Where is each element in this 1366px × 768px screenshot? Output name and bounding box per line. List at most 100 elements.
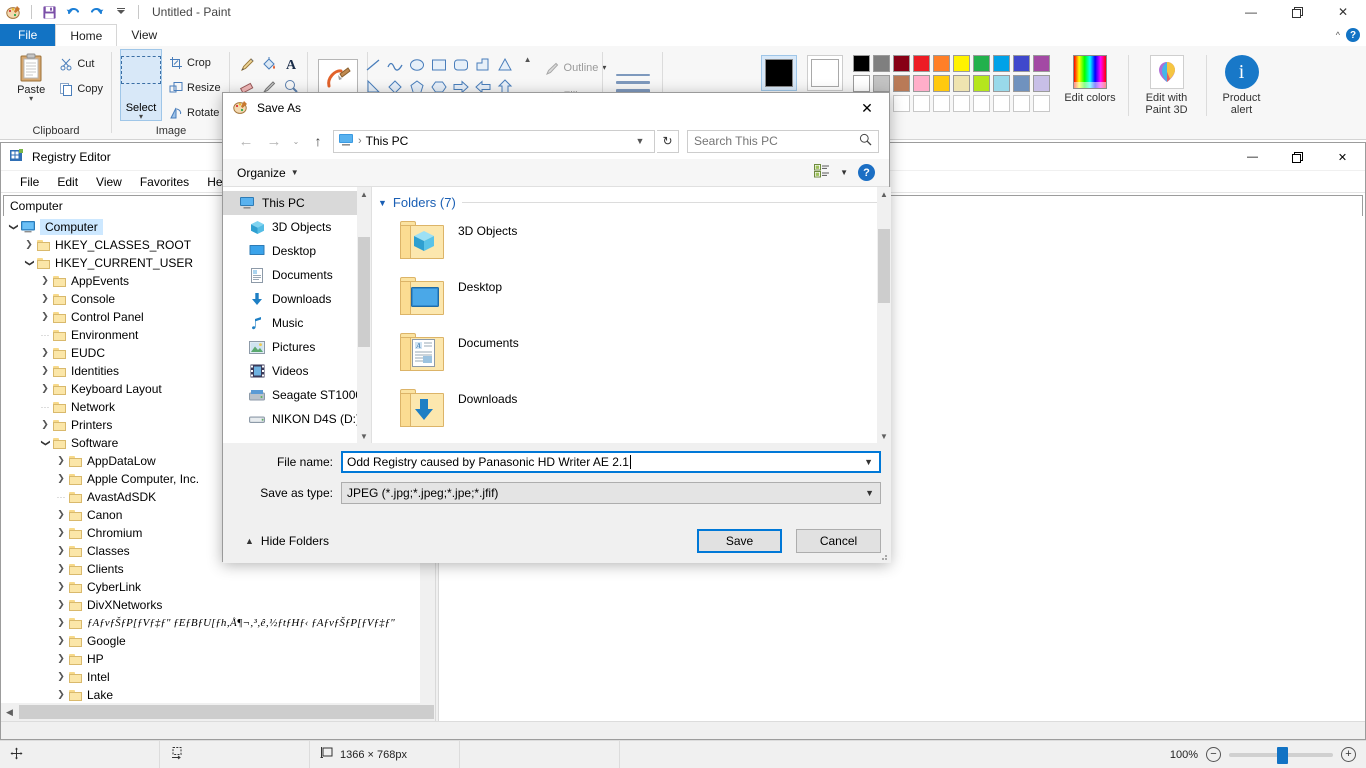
chevron-right-icon[interactable]: ❯	[53, 564, 69, 574]
zoom-slider[interactable]	[1229, 746, 1333, 764]
refresh-icon[interactable]: ↻	[657, 129, 679, 153]
select-button[interactable]: Select ▾	[120, 49, 162, 121]
recent-locations-icon[interactable]: ⌄	[289, 128, 303, 154]
chevron-right-icon[interactable]: ❯	[53, 618, 69, 628]
file-scroll-up-icon[interactable]: ▲	[877, 187, 891, 201]
chevron-right-icon[interactable]: ❯	[53, 456, 69, 466]
regedit-maximize-button[interactable]	[1275, 143, 1320, 171]
registry-tree-hscrollbar[interactable]: ◀	[1, 703, 435, 721]
search-box[interactable]	[687, 129, 879, 153]
shape-curve-icon[interactable]	[386, 56, 404, 77]
nav-pane-item[interactable]: Downloads	[223, 287, 371, 311]
tab-view[interactable]: View	[117, 24, 171, 46]
select-dropdown-icon[interactable]: ▾	[139, 113, 143, 121]
file-scroll-thumb[interactable]	[878, 229, 890, 303]
navigation-pane[interactable]: This PC 3D Objects Desktop Documents Downloa…	[223, 187, 371, 443]
product-alert-button[interactable]: i	[1224, 55, 1259, 89]
shape-rectangle-icon[interactable]	[430, 56, 448, 77]
regedit-close-button[interactable]: ✕	[1320, 143, 1365, 171]
chevron-right-icon[interactable]: ❯	[37, 294, 53, 304]
regedit-menu-favorites[interactable]: Favorites	[131, 175, 198, 189]
file-list-item[interactable]: A Documents	[372, 326, 891, 382]
maximize-button[interactable]	[1274, 0, 1320, 24]
edit-with-paint3d-button[interactable]	[1149, 55, 1184, 89]
palette-swatch-r2-c4[interactable]	[913, 75, 930, 92]
text-tool-icon[interactable]: A	[286, 58, 296, 74]
palette-swatch-r1-c3[interactable]	[893, 55, 910, 72]
palette-swatch-r3-c5[interactable]	[933, 95, 950, 112]
palette-swatch-r2-c7[interactable]	[973, 75, 990, 92]
filename-dropdown-icon[interactable]: ▼	[864, 457, 879, 467]
registry-tree-node[interactable]: ❯ HP	[1, 650, 435, 668]
pencil-icon[interactable]	[239, 56, 256, 76]
palette-swatch-r2-c6[interactable]	[953, 75, 970, 92]
save-as-close-button[interactable]: ✕	[845, 93, 889, 123]
palette-swatch-r1-c1[interactable]	[853, 55, 870, 72]
palette-swatch-r2-c5[interactable]	[933, 75, 950, 92]
shape-line-icon[interactable]	[364, 56, 382, 77]
paste-button[interactable]: Paste ▾	[8, 51, 54, 103]
file-list-scrollbar[interactable]: ▲ ▼	[877, 187, 891, 443]
registry-tree-node[interactable]: ❯ ƒAƒvƒŠƒP[ƒVƒ‡ƒ" ƒEƒBƒU[ƒh‚Å¶¬‚³‚ê‚½ƒtƒH…	[1, 614, 435, 632]
nav-pane-item[interactable]: Music	[223, 311, 371, 335]
forward-icon[interactable]: →	[261, 128, 287, 154]
registry-tree-node[interactable]: ❯ Intel	[1, 668, 435, 686]
color2-swatch[interactable]	[807, 55, 843, 91]
filename-input[interactable]: Odd Registry caused by Panasonic HD Writ…	[341, 451, 881, 473]
chevron-right-icon[interactable]: ❯	[21, 240, 37, 250]
palette-swatch-r3-c7[interactable]	[973, 95, 990, 112]
shape-triangle-icon[interactable]	[496, 56, 514, 77]
tree-hscroll-thumb[interactable]	[19, 705, 434, 719]
file-list-item[interactable]: 3D Objects	[372, 214, 891, 270]
regedit-menu-view[interactable]: View	[87, 175, 131, 189]
chevron-right-icon[interactable]: ❯	[53, 528, 69, 538]
search-input[interactable]	[694, 134, 859, 148]
regedit-menu-file[interactable]: File	[11, 175, 48, 189]
palette-swatch-r3-c10[interactable]	[1033, 95, 1050, 112]
rotate-button[interactable]: Rotate ▾	[166, 102, 230, 124]
chevron-right-icon[interactable]: ❯	[37, 384, 53, 394]
nav-pane-item[interactable]: Pictures	[223, 335, 371, 359]
nav-scroll-thumb[interactable]	[358, 237, 370, 347]
registry-tree-node[interactable]: ❯ DivXNetworks	[1, 596, 435, 614]
palette-swatch-r2-c2[interactable]	[873, 75, 890, 92]
crop-button[interactable]: Crop	[166, 52, 230, 74]
address-breadcrumb[interactable]: › This PC ▼	[333, 129, 655, 153]
chevron-down-icon[interactable]: ❯	[37, 438, 53, 448]
tab-home[interactable]: Home	[55, 24, 118, 46]
chevron-right-icon[interactable]: ❯	[53, 654, 69, 664]
palette-swatch-r1-c2[interactable]	[873, 55, 890, 72]
regedit-menu-edit[interactable]: Edit	[48, 175, 87, 189]
chevron-down-icon[interactable]: ❯	[5, 222, 21, 232]
copy-button[interactable]: Copy	[56, 78, 106, 100]
save-button[interactable]: Save	[697, 529, 782, 553]
chevron-right-icon[interactable]: ❯	[53, 672, 69, 682]
chevron-right-icon[interactable]: ❯	[37, 312, 53, 322]
customize-qat-icon[interactable]	[111, 2, 131, 22]
regedit-minimize-button[interactable]: —	[1230, 143, 1275, 171]
chevron-right-icon[interactable]: ❯	[37, 276, 53, 286]
palette-swatch-r3-c6[interactable]	[953, 95, 970, 112]
nav-scroll-up-icon[interactable]: ▲	[357, 187, 371, 201]
up-icon[interactable]: ↑	[305, 128, 331, 154]
shape-polygon-icon[interactable]	[474, 56, 492, 77]
resize-button[interactable]: Resize	[166, 77, 230, 99]
palette-swatch-r3-c8[interactable]	[993, 95, 1010, 112]
chevron-right-icon[interactable]: ❯	[53, 600, 69, 610]
file-list-pane[interactable]: ▼ Folders (7) 3D Objects Desktop A Document…	[372, 187, 891, 443]
outline-button[interactable]: Outline ▾	[542, 57, 610, 79]
save-icon[interactable]	[39, 2, 59, 22]
search-icon[interactable]	[859, 133, 872, 149]
palette-swatch-r1-c7[interactable]	[973, 55, 990, 72]
help-icon-dialog[interactable]: ?	[858, 164, 875, 181]
nav-pane-item[interactable]: Videos	[223, 359, 371, 383]
registry-tree-node[interactable]: ❯ Lake	[1, 686, 435, 704]
nav-scroll-down-icon[interactable]: ▼	[357, 429, 371, 443]
chevron-right-icon[interactable]: ❯	[37, 348, 53, 358]
folders-group-header[interactable]: ▼ Folders (7)	[372, 187, 891, 214]
file-list-item[interactable]: Downloads	[372, 382, 891, 438]
palette-swatch-r1-c9[interactable]	[1013, 55, 1030, 72]
tree-hscroll-left-icon[interactable]: ◀	[1, 707, 18, 718]
registry-tree-node[interactable]: ❯ Google	[1, 632, 435, 650]
file-list-item[interactable]: Desktop	[372, 270, 891, 326]
